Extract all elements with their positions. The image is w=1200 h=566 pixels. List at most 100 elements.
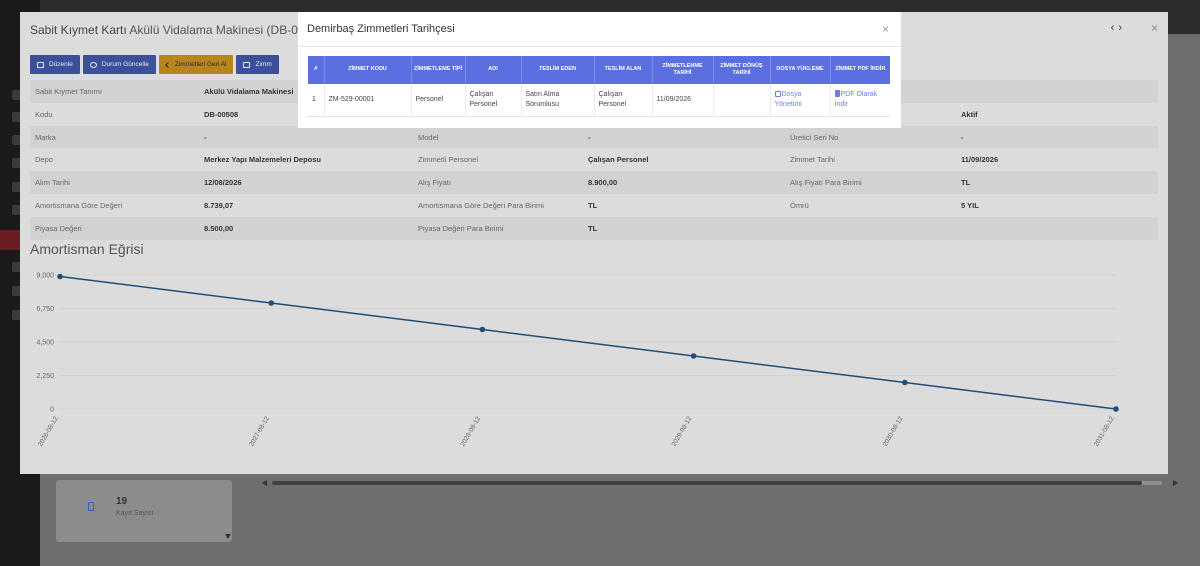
data-point <box>902 379 908 386</box>
row-number: 1 <box>308 84 325 117</box>
assign-date: 11/09/2026 <box>652 84 714 117</box>
field-label: Amortismana Göre Değeri <box>35 200 123 210</box>
stat-card-label: Kayıt Sayısı <box>116 510 154 517</box>
stat-card: 19 Kayıt Sayısı <box>56 480 232 542</box>
x-tick-label: 2027-08-12 <box>248 415 271 448</box>
field-label: Amortismana Göre Değeri Para Birimi <box>418 200 544 210</box>
field-value: Merkez Yapı Malzemeleri Deposu <box>204 155 321 165</box>
field-value: TL <box>588 223 598 233</box>
modal-title: Demirbaş Zimmetleri Tarihçesi <box>307 23 455 35</box>
column-header[interactable]: ZİMMETLEME TİPİ <box>411 56 466 84</box>
field-value: 8.739,07 <box>204 200 234 210</box>
field-value: Akülü Vidalama Makinesi <box>204 87 294 96</box>
asset-toolbar: Düzenle Durum Güncelle Zimmetleri Geri A… <box>30 55 279 74</box>
x-tick-label: 2031-08-12 <box>1093 415 1116 448</box>
chevron-left-icon <box>164 61 171 68</box>
field-label: Sabit Kıymet Tanımı <box>35 87 102 96</box>
next-record-button[interactable]: › <box>1118 22 1126 34</box>
column-header[interactable]: ZİMMETLENME TARİHİ <box>652 56 714 84</box>
field-value: Çalışan Personel <box>588 155 649 165</box>
archive-icon <box>243 61 251 68</box>
x-tick-label: 2026-08-12 <box>37 415 60 448</box>
pdf-download-cell: PDF Olarak İndir <box>830 84 890 117</box>
asset-modal-title: Sabit Kıymet Kartı Akülü Vidalama Makine… <box>30 23 329 37</box>
assignment-type: Personel <box>411 84 466 117</box>
chart-title: Amortisman Eğrisi <box>30 241 144 257</box>
field-value: 11/09/2026 <box>961 155 999 165</box>
pdf-file-icon <box>834 90 840 98</box>
field-label: Zimmetli Personel <box>418 155 479 165</box>
close-icon[interactable]: × <box>882 22 889 36</box>
scroll-left-icon[interactable] <box>262 480 267 486</box>
field-label: Zimmet Tarihi <box>790 155 835 165</box>
record-navigation: ‹› <box>1111 22 1126 34</box>
y-tick-label: 4,500 <box>36 340 54 347</box>
field-value: 12/08/2026 <box>204 178 242 188</box>
field-value: - <box>204 132 207 142</box>
y-tick-label: 9,000 <box>36 273 54 280</box>
field-label: Depo <box>35 155 53 165</box>
data-point <box>479 326 486 333</box>
revoke-assignments-button[interactable]: Zimmetleri Geri Al <box>158 55 234 74</box>
field-label: Piyasa Değeri <box>35 223 82 233</box>
field-value: - <box>588 132 591 142</box>
assignment-history-modal: Demirbaş Zimmetleri Tarihçesi × # ZİMMET… <box>298 12 901 128</box>
assignment-code: ZM-529-00001 <box>324 84 412 117</box>
field-label: Alış Fiyatı <box>418 178 451 188</box>
file-management-cell: Dosya Yönetimi <box>770 84 831 117</box>
update-status-button[interactable]: Durum Güncelle <box>82 55 156 74</box>
assignments-button[interactable]: Zimm <box>236 55 279 74</box>
scroll-down-icon[interactable] <box>225 534 231 539</box>
edit-icon <box>37 61 44 68</box>
field-label: Ömrü <box>790 200 809 210</box>
field-label: Piyasa Değeri Para Birimi <box>418 223 504 233</box>
edit-button[interactable]: Düzenle <box>30 55 80 74</box>
y-tick-label: 2,250 <box>36 373 54 380</box>
column-header[interactable]: ZİMMET PDF İNDİR <box>830 56 890 84</box>
file-management-link[interactable]: Dosya Yönetimi <box>774 91 802 108</box>
y-tick-label: 6,750 <box>36 306 54 313</box>
info-row: Amortismana Göre Değeri 8.739,07 Amortisma… <box>30 194 1158 217</box>
field-label: Kodu <box>35 109 53 119</box>
column-header[interactable]: ZİMMET KODU <box>324 56 412 84</box>
assignment-history-table: # ZİMMET KODU ZİMMETLEME TİPİ ADI TESLİM… <box>308 56 890 117</box>
data-point <box>57 273 63 280</box>
divider <box>298 46 901 47</box>
column-header[interactable]: TESLİM ALAN <box>594 56 653 84</box>
device-icon <box>88 502 94 511</box>
data-point <box>690 353 697 359</box>
data-point <box>268 300 274 306</box>
y-tick-label: 0 <box>50 407 54 414</box>
return-date <box>713 84 771 117</box>
info-row: Alım Tarihi 12/08/2026 Alış Fiyatı 8.900,00… <box>30 171 1158 194</box>
info-row: Marka - Model - Üretici Seri No - <box>30 125 1158 149</box>
column-header[interactable]: # <box>308 56 325 84</box>
pdf-download-link[interactable]: PDF Olarak İndir <box>834 90 877 108</box>
field-label: Alış Fiyatı Para Birimi <box>790 178 862 188</box>
field-value: 5 YIL <box>961 200 979 210</box>
field-value: - <box>961 132 964 142</box>
field-label: Alım Tarihi <box>35 178 70 188</box>
x-tick-label: 2029-08-12 <box>671 415 694 448</box>
info-row: Piyasa Değeri 8.500,00 Piyasa Değeri Para … <box>30 216 1158 240</box>
scroll-right-icon[interactable] <box>1173 480 1178 486</box>
close-icon[interactable]: × <box>1151 21 1158 35</box>
column-header[interactable]: ADI <box>465 56 522 84</box>
field-value: DB-00508 <box>204 109 239 119</box>
info-row: Depo Merkez Yapı Malzemeleri Deposu Zimmet… <box>30 148 1158 171</box>
column-header[interactable]: TESLİM EDEN <box>521 56 595 84</box>
field-label: Üretici Seri No <box>790 132 839 142</box>
horizontal-scrollbar[interactable] <box>262 478 1178 487</box>
table-header-row: # ZİMMET KODU ZİMMETLEME TİPİ ADI TESLİM… <box>308 56 890 84</box>
received-by: Çalışan Personel <box>594 84 653 117</box>
column-header[interactable]: ZİMMET DÖNÜŞ TARİHİ <box>713 56 771 84</box>
depreciation-chart: 9,000 6,750 4,500 2,250 02026-08-12 2027-08-1… <box>36 273 1119 448</box>
field-value: TL <box>961 178 971 188</box>
field-value: 8.500,00 <box>204 223 234 233</box>
series-line <box>59 275 1117 410</box>
column-header[interactable]: DOSYA YÜKLEME <box>770 56 831 84</box>
scroll-thumb[interactable] <box>272 481 1142 485</box>
x-tick-label: 2030-08-12 <box>882 415 905 448</box>
field-value: Aktif <box>961 109 978 119</box>
field-value: TL <box>588 200 598 210</box>
